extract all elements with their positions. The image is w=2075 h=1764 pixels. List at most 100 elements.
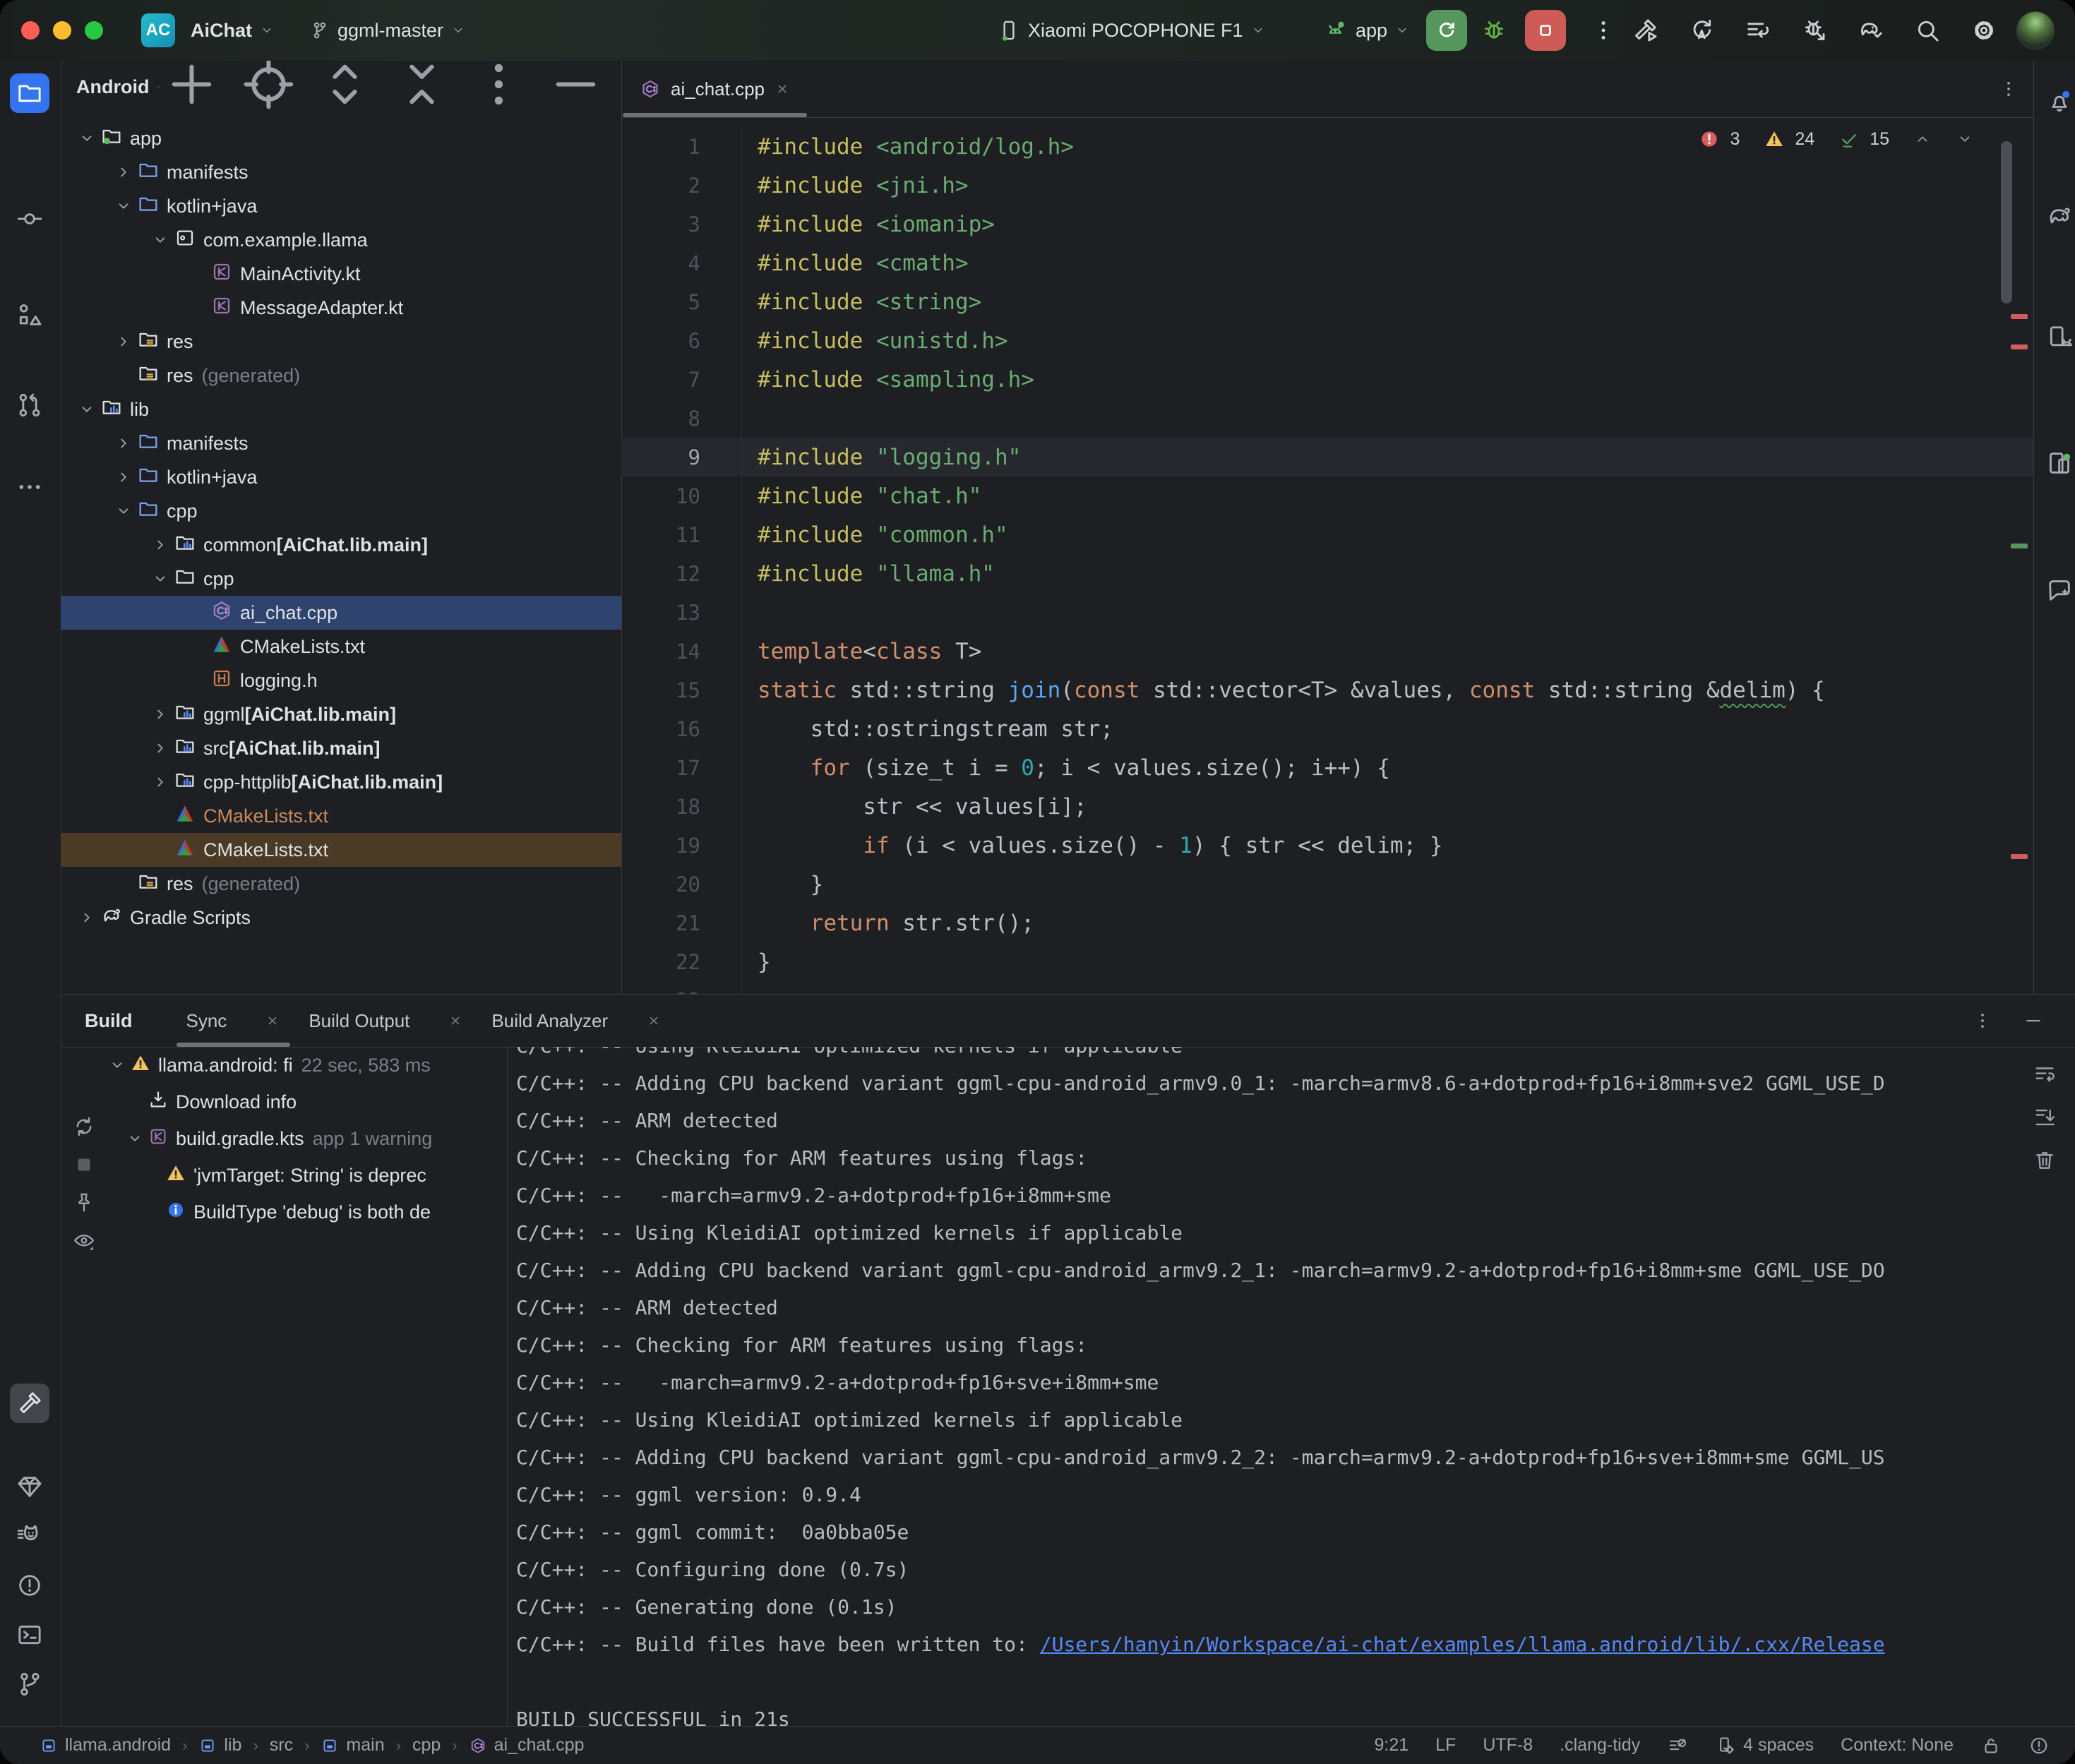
status-write-access[interactable] [1980, 1735, 2002, 1756]
build-run-button[interactable] [1631, 16, 1659, 48]
close-tab-icon[interactable] [448, 1013, 463, 1028]
tool-stripe-pull-request-button[interactable] [10, 385, 49, 425]
project-expand-all-button[interactable] [315, 61, 375, 119]
status-line-separator[interactable]: LF [1435, 1735, 1456, 1756]
status-caret-position[interactable]: 9:21 [1374, 1735, 1409, 1756]
tree-item[interactable]: ggml [AiChat.lib.main] [61, 697, 621, 731]
tool-stripe-bell-dot-button[interactable] [2040, 82, 2075, 121]
tree-item[interactable]: ai_chat.cpp [61, 596, 621, 630]
tree-item[interactable]: MessageAdapter.kt [61, 291, 621, 325]
tool-stripe-terminal-button[interactable] [10, 1615, 49, 1655]
build-tab-build-analyzer[interactable]: Build Analyzer [477, 995, 676, 1047]
tree-item[interactable]: src [AiChat.lib.main] [61, 731, 621, 765]
pin-button[interactable] [72, 1191, 96, 1215]
rerun-button[interactable] [1426, 10, 1467, 51]
tree-item[interactable]: logging.h [61, 664, 621, 697]
tree-item[interactable]: manifests [61, 426, 621, 460]
tree-item[interactable]: CMakeLists.txt [61, 799, 621, 833]
scroll-end-button[interactable] [2033, 1105, 2057, 1133]
project-minus-button[interactable] [546, 61, 606, 119]
status-file-encoding[interactable]: UTF-8 [1483, 1735, 1533, 1756]
settings-button[interactable] [1970, 16, 1998, 48]
tool-stripe-git-branch-button[interactable] [10, 1664, 49, 1704]
zoom-window-button[interactable] [85, 21, 103, 40]
build-tree-item[interactable]: 'jvmTarget: String' is deprec [106, 1157, 507, 1194]
device-selector[interactable]: Xiaomi POCOPHONE F1 [997, 13, 1266, 47]
tool-stripe-logcat-button[interactable] [10, 1516, 49, 1556]
build-tree-item[interactable]: Download info [106, 1084, 507, 1120]
console-link[interactable]: /Users/hanyin/Workspace/ai-chat/examples… [1040, 1633, 1885, 1656]
editor-tab[interactable]: ai_chat.cpp [621, 61, 808, 117]
run-more-actions[interactable] [1590, 17, 1617, 47]
status-context[interactable]: Context: None [1841, 1735, 1954, 1756]
tree-item[interactable]: cpp [61, 494, 621, 528]
build-tree-item[interactable]: llama.android: fi22 sec, 583 ms [106, 1047, 507, 1084]
tool-stripe-gemini-chat-button[interactable] [2040, 570, 2075, 610]
tool-stripe-more-h-button[interactable] [10, 467, 49, 507]
tool-stripe-hammer-button[interactable] [10, 1384, 49, 1423]
project-kebab-button[interactable] [469, 61, 529, 119]
breadcrumb-item[interactable]: cpp [412, 1735, 441, 1756]
editor-scrollbar[interactable] [2001, 141, 2012, 304]
stop-grey-button[interactable] [72, 1153, 96, 1177]
debug-button[interactable] [1480, 16, 1508, 47]
build-tab-sync[interactable]: Sync [172, 995, 295, 1047]
tool-stripe-structure-button[interactable] [10, 295, 49, 335]
code-area[interactable]: 1#include <android/log.h>2#include <jni.… [621, 117, 2033, 994]
tree-item[interactable]: CMakeLists.txt [61, 630, 621, 664]
tool-stripe-gem-button[interactable] [10, 1467, 49, 1506]
close-tab-icon[interactable] [775, 81, 790, 97]
editor-options-kebab-icon[interactable] [1998, 78, 2019, 100]
build-tab-build-output[interactable]: Build Output [294, 995, 477, 1047]
project-plus-button[interactable] [162, 61, 222, 119]
status-formatter[interactable] [1667, 1735, 1688, 1756]
tree-item[interactable]: app [61, 121, 621, 155]
gradle-sync-button[interactable] [1857, 16, 1885, 48]
apply-changes-button[interactable] [1687, 16, 1716, 48]
tree-item[interactable]: cpp [61, 562, 621, 596]
status-clang-tidy[interactable]: .clang-tidy [1560, 1735, 1640, 1756]
breadcrumb-item[interactable]: llama.android [40, 1735, 171, 1756]
project-view-selector[interactable]: Android [76, 76, 149, 98]
close-tab-icon[interactable] [265, 1013, 280, 1028]
error-stripe-mark[interactable] [2011, 854, 2028, 859]
tree-item[interactable]: manifests [61, 155, 621, 189]
previous-problem-icon[interactable] [1913, 130, 1932, 148]
stop-button[interactable] [1525, 10, 1566, 51]
close-tab-icon[interactable] [646, 1013, 662, 1028]
tree-item[interactable]: MainActivity.kt [61, 257, 621, 291]
branch-selector[interactable]: ggml-master [309, 13, 466, 47]
build-options-kebab-icon[interactable] [1972, 1010, 1993, 1031]
apply-code-button[interactable] [1744, 16, 1772, 48]
error-stripe-mark[interactable] [2011, 314, 2028, 319]
tree-item[interactable]: com.example.llama [61, 223, 621, 257]
tree-item[interactable]: CMakeLists.txt [61, 833, 621, 867]
inspections-widget[interactable]: 3 24 15 [1699, 128, 1974, 150]
build-tree-item[interactable]: BuildType 'debug' is both de [106, 1194, 507, 1230]
project-selector[interactable]: AiChat [191, 13, 275, 47]
build-splitter[interactable] [507, 1047, 508, 1726]
tree-item[interactable]: lib [61, 392, 621, 426]
attach-debugger-button[interactable] [1800, 16, 1829, 48]
tree-item[interactable]: cpp-httplib [AiChat.lib.main] [61, 765, 621, 799]
tool-stripe-device-manager-button[interactable] [2040, 318, 2075, 357]
project-locate-button[interactable] [239, 61, 299, 119]
run-configuration-selector[interactable]: app [1322, 13, 1410, 47]
breadcrumb-item[interactable]: main [321, 1735, 384, 1756]
tree-item[interactable]: kotlin+java [61, 189, 621, 223]
error-stripe-mark[interactable] [2011, 344, 2028, 349]
tree-item[interactable]: res(generated) [61, 867, 621, 901]
tool-stripe-project-button[interactable] [10, 73, 49, 113]
tree-item[interactable]: res(generated) [61, 359, 621, 392]
tree-item[interactable]: kotlin+java [61, 460, 621, 494]
error-stripe-mark[interactable] [2011, 544, 2028, 548]
tree-item[interactable]: common [AiChat.lib.main] [61, 528, 621, 562]
build-tree-item[interactable]: build.gradle.ktsapp 1 warning [106, 1120, 507, 1157]
project-collapse-all-button[interactable] [392, 61, 452, 119]
minimize-window-button[interactable] [53, 21, 71, 40]
search-button[interactable] [1913, 16, 1942, 48]
build-console[interactable]: C/C++: -- Using KleidiAI optimized kerne… [516, 1047, 2012, 1726]
tool-stripe-running-devices-button[interactable] [2040, 443, 2075, 483]
tree-item[interactable]: Gradle Scripts [61, 901, 621, 935]
hide-tool-window-icon[interactable] [2023, 1010, 2044, 1031]
